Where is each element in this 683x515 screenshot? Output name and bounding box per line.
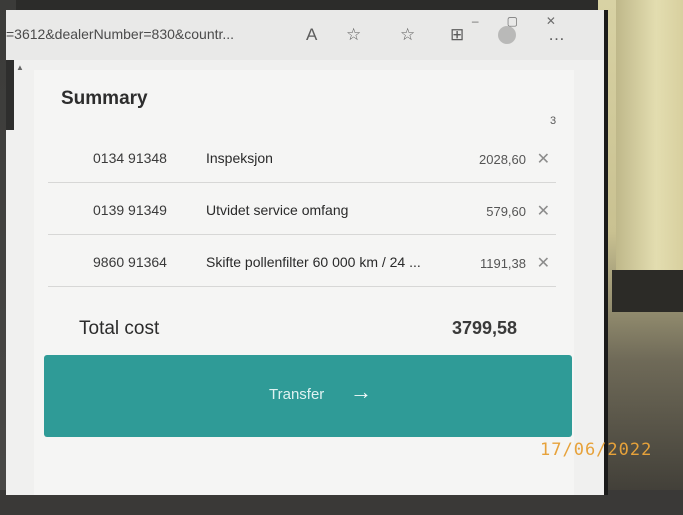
summary-row: 0134 91348 Inspeksjon 2028,60 ✕: [48, 136, 556, 183]
part-number: 0139 91349: [93, 202, 167, 218]
remove-item-icon[interactable]: ✕: [537, 201, 550, 221]
summary-row: 0139 91349 Utvidet service omfang 579,60…: [48, 188, 556, 235]
window-controls[interactable]: –▢✕: [472, 14, 584, 28]
add-favorite-icon[interactable]: ☆: [346, 26, 361, 44]
collections-icon[interactable]: ⊞: [450, 26, 464, 44]
remove-item-icon[interactable]: ✕: [537, 149, 550, 169]
photo-wall: [616, 0, 683, 300]
total-cost-value: 3799,58: [452, 318, 518, 338]
photo-background-right: [598, 0, 683, 515]
item-count-badge: 3: [550, 115, 557, 127]
browser-window: =3612&dealerNumber=830&countr... –▢✕ A ☆…: [6, 10, 608, 495]
item-price: 2028,60: [479, 152, 526, 167]
photo-shelf: [612, 270, 683, 312]
arrow-right-icon: →: [350, 379, 372, 404]
side-strip: [6, 60, 14, 130]
favorites-icon[interactable]: ☆: [400, 26, 415, 44]
item-price: 579,60: [486, 204, 526, 219]
profile-icon[interactable]: [498, 26, 516, 44]
summary-row: 9860 91364 Skifte pollenfilter 60 000 km…: [48, 240, 556, 287]
transfer-button[interactable]: Transfer →: [44, 355, 572, 437]
item-price: 1191,38: [479, 256, 526, 271]
part-number: 0134 91348: [93, 150, 167, 166]
item-description: Inspeksjon: [206, 150, 273, 166]
browser-toolbar: =3612&dealerNumber=830&countr... –▢✕ A ☆…: [6, 10, 604, 60]
address-bar[interactable]: =3612&dealerNumber=830&countr...: [6, 26, 234, 42]
remove-item-icon[interactable]: ✕: [537, 253, 550, 273]
more-icon[interactable]: …: [548, 26, 565, 44]
scroll-up-icon[interactable]: ▲: [16, 63, 24, 72]
photo-date-stamp: 17/06/2022: [540, 440, 653, 460]
item-description: Utvidet service omfang: [206, 202, 349, 218]
part-number: 9860 91364: [93, 254, 167, 270]
item-description: Skifte pollenfilter 60 000 km / 24 ...: [206, 254, 421, 270]
total-cost-label: Total cost: [79, 318, 160, 339]
transfer-button-label: Transfer: [269, 386, 325, 403]
read-aloud-icon[interactable]: A: [306, 26, 317, 44]
summary-title: Summary: [61, 88, 148, 109]
